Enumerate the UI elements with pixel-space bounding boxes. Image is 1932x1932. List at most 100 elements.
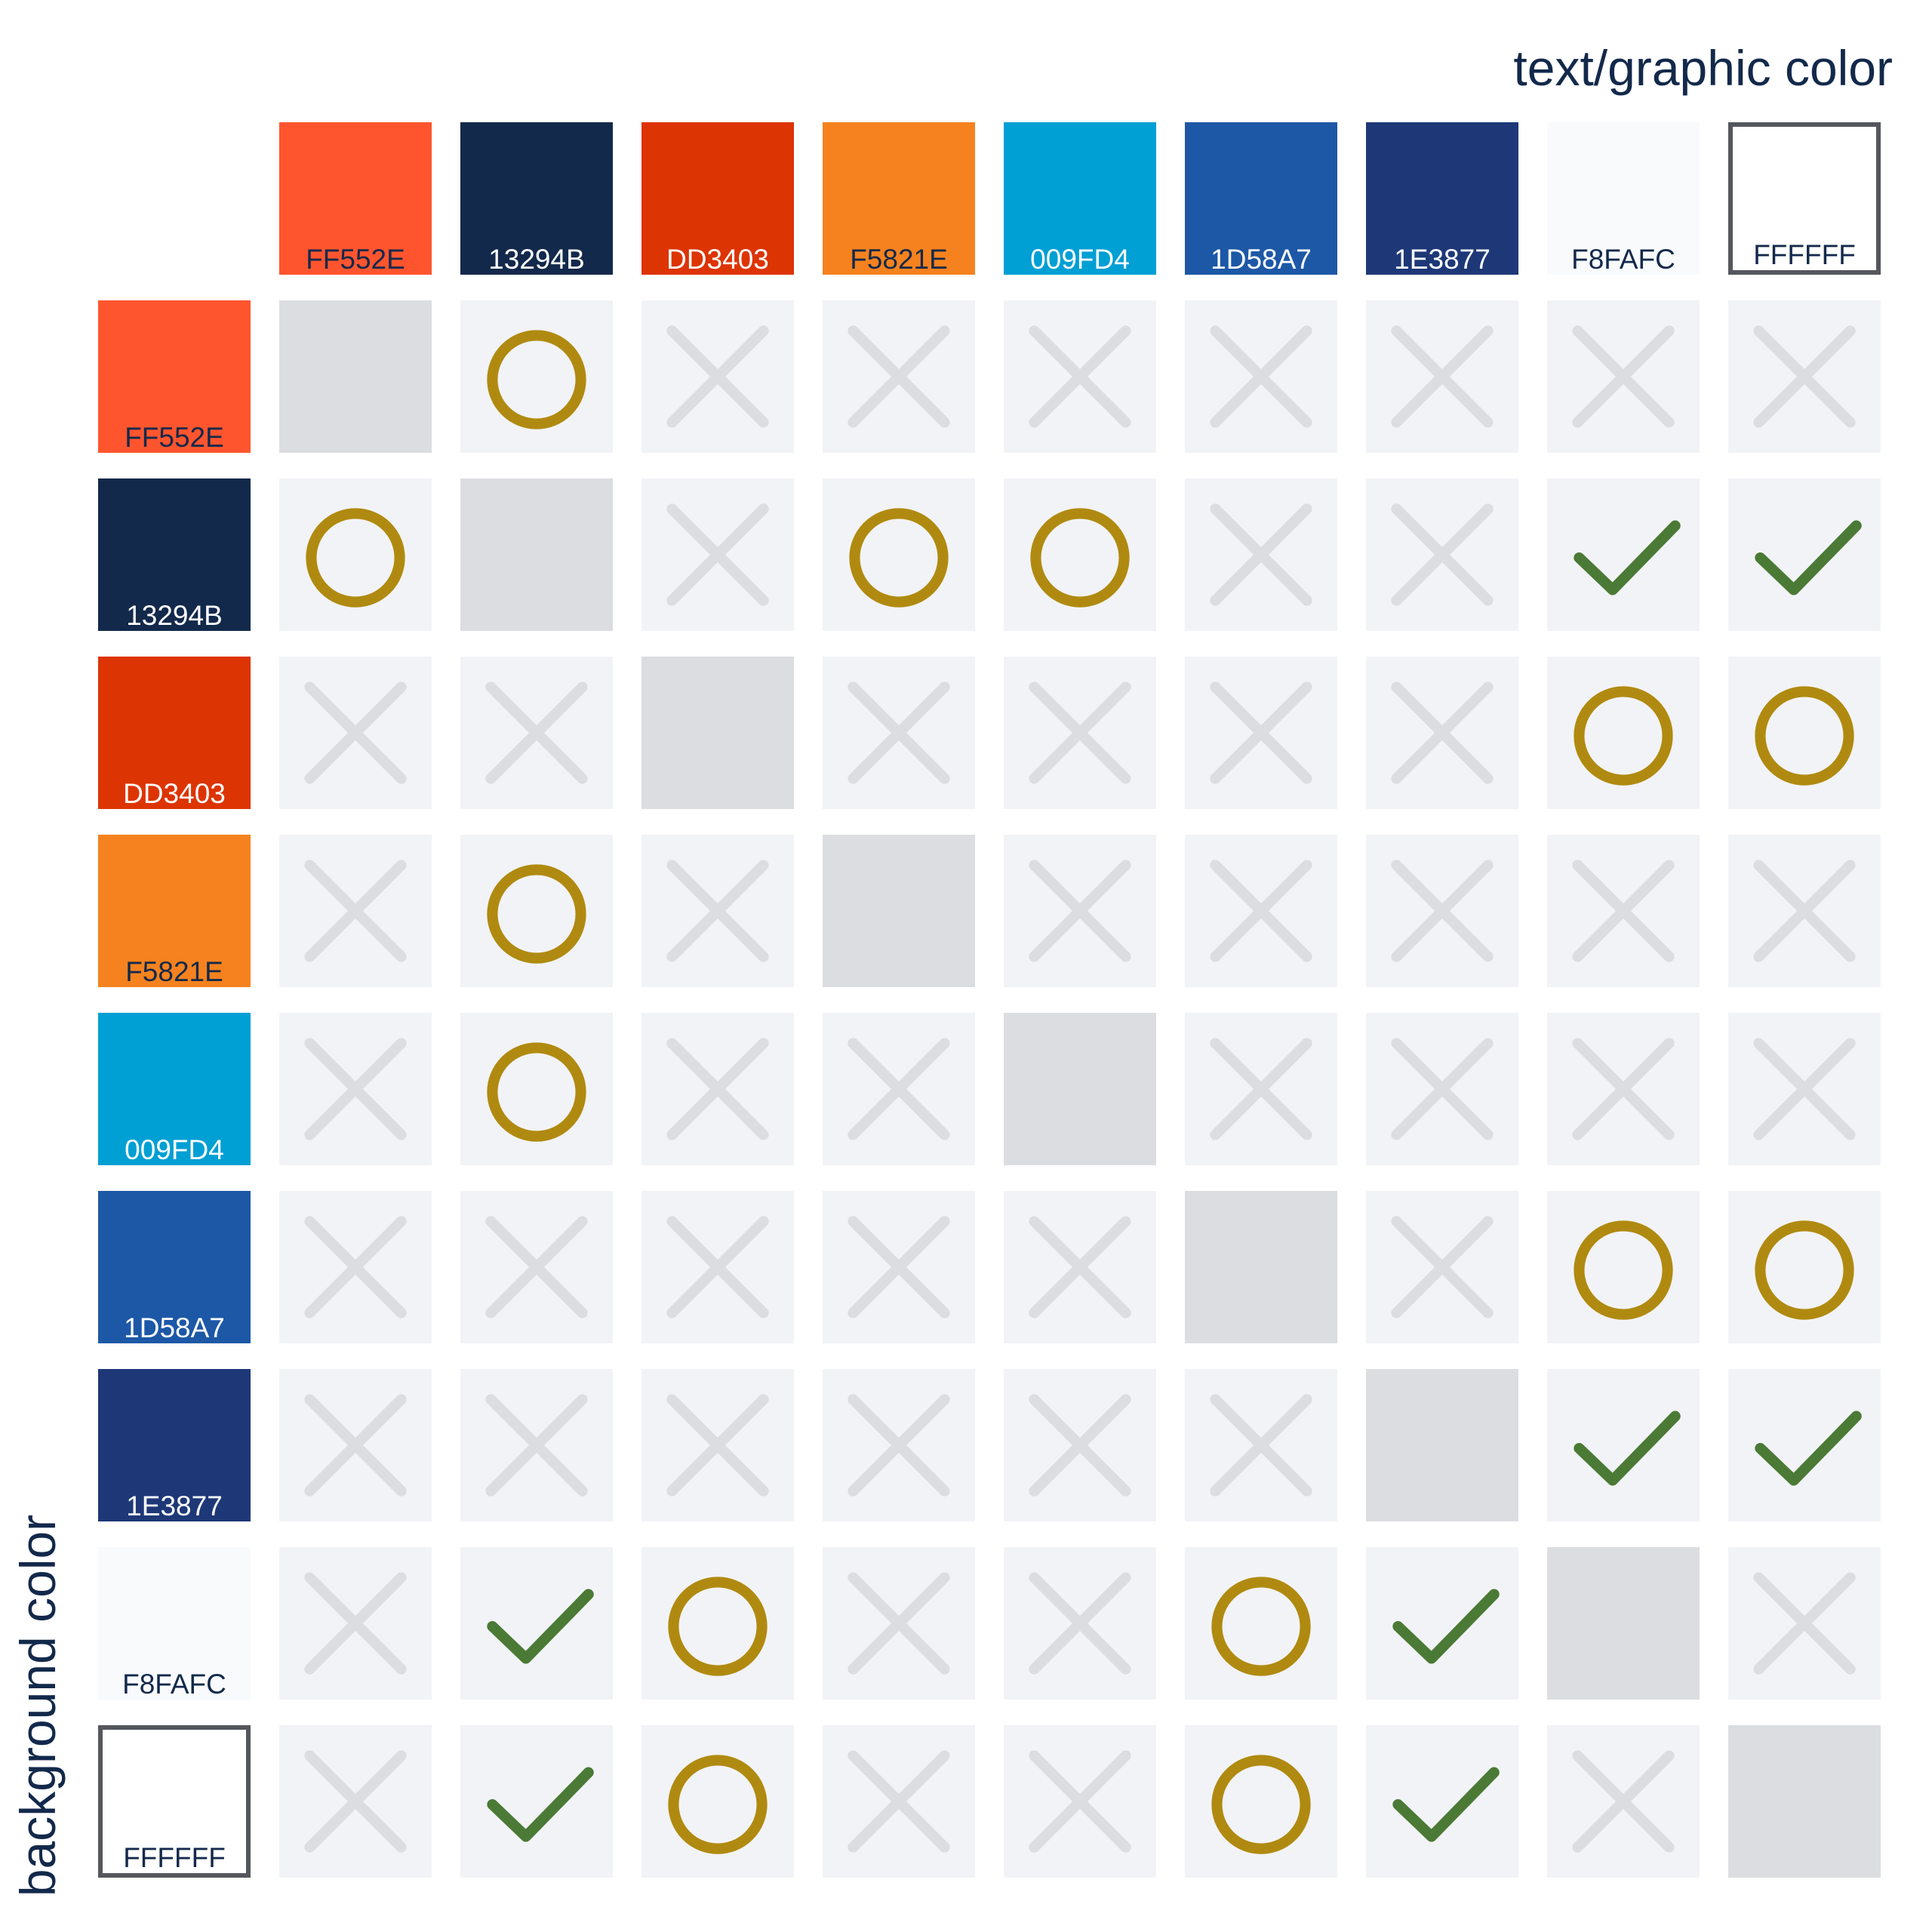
cross-icon <box>304 860 407 962</box>
contrast-cell-check <box>460 1547 613 1700</box>
contrast-cell-cross <box>823 1191 975 1343</box>
contrast-cell-cross <box>1728 835 1881 987</box>
contrast-cell-cross <box>279 1013 432 1165</box>
cross-icon <box>848 1394 950 1497</box>
contrast-cell-circle <box>460 1013 613 1165</box>
cross-icon <box>848 681 950 784</box>
cross-icon <box>304 1038 407 1140</box>
contrast-cell-cross <box>1366 835 1518 987</box>
contrast-cell-circle <box>641 1547 794 1700</box>
cross-icon <box>1391 325 1494 428</box>
cross-icon <box>666 1394 769 1497</box>
text-graphic-color-axis-label: text/graphic color <box>1513 40 1893 96</box>
contrast-cell-circle <box>279 478 432 631</box>
background-color-swatch-dd3403: DD3403 <box>98 657 251 809</box>
cross-icon <box>666 503 769 606</box>
text-color-swatch-ffffff: FFFFFF <box>1728 122 1881 275</box>
matrix-corner <box>98 122 251 275</box>
contrast-cell-cross <box>641 835 794 987</box>
contrast-cell-check <box>1366 1547 1518 1700</box>
text-color-swatch-hex-label: F8FAFC <box>1571 244 1675 275</box>
cross-icon <box>1210 1394 1312 1497</box>
check-icon <box>487 1589 594 1664</box>
contrast-cell-cross <box>1185 1013 1337 1165</box>
cross-icon <box>1029 860 1131 962</box>
background-color-swatch-ff552e: FF552E <box>98 300 251 453</box>
diagonal-cell <box>1366 1369 1518 1521</box>
contrast-cell-cross <box>1185 478 1337 631</box>
background-color-swatch-hex-label: F5821E <box>125 956 223 987</box>
cross-icon <box>304 1394 407 1497</box>
contrast-cell-cross <box>279 1191 432 1343</box>
background-color-axis-label-wrapper: background color <box>0 1509 75 1902</box>
cross-icon <box>666 860 769 962</box>
contrast-cell-cross <box>279 657 432 809</box>
circle-icon <box>849 508 949 608</box>
cross-icon <box>666 1038 769 1140</box>
contrast-cell-cross <box>1728 1013 1881 1165</box>
contrast-cell-cross <box>460 1369 613 1521</box>
contrast-cell-circle <box>1547 657 1700 809</box>
cross-icon <box>848 325 950 428</box>
cross-icon <box>1029 325 1131 428</box>
contrast-cell-cross <box>1547 835 1700 987</box>
contrast-cell-cross <box>1366 657 1518 809</box>
contrast-cell-cross <box>641 300 794 453</box>
background-color-swatch-hex-label: 1D58A7 <box>124 1312 225 1343</box>
cross-icon <box>1753 860 1856 962</box>
diagonal-cell <box>1547 1547 1700 1700</box>
circle-icon <box>1755 1220 1854 1320</box>
color-contrast-matrix: FF552E 13294B DD3403 F5821E 009FD4 1D58A7 1E38… <box>98 122 1881 1878</box>
cross-icon <box>1572 325 1675 428</box>
check-icon <box>1755 520 1862 595</box>
cross-icon <box>1391 860 1494 962</box>
contrast-cell-check <box>1728 1369 1881 1521</box>
cross-icon <box>848 1038 950 1140</box>
circle-icon <box>1574 1220 1673 1320</box>
text-color-swatch-hex-label: 009FD4 <box>1030 244 1130 275</box>
circle-icon <box>487 330 586 429</box>
contrast-cell-circle <box>1728 1191 1881 1343</box>
cross-icon <box>1210 503 1312 606</box>
cross-icon <box>848 1216 950 1318</box>
contrast-cell-check <box>1728 478 1881 631</box>
cross-icon <box>485 681 588 784</box>
background-color-swatch-009fd4: 009FD4 <box>98 1013 251 1165</box>
cross-icon <box>848 1750 950 1853</box>
cross-icon <box>1753 325 1856 428</box>
contrast-cell-cross <box>1728 300 1881 453</box>
cross-icon <box>1210 325 1312 428</box>
diagonal-cell <box>641 657 794 809</box>
text-color-swatch-hex-label: 13294B <box>488 244 585 275</box>
text-color-swatch-hex-label: DD3403 <box>666 244 769 275</box>
text-color-swatch-ff552e: FF552E <box>279 122 432 275</box>
background-color-axis-label: background color <box>10 1514 66 1897</box>
contrast-cell-cross <box>1366 1013 1518 1165</box>
contrast-cell-cross <box>823 657 975 809</box>
contrast-cell-cross <box>823 1725 975 1878</box>
cross-icon <box>304 1572 407 1675</box>
contrast-cell-check <box>1547 1369 1700 1521</box>
cross-icon <box>1753 1572 1856 1675</box>
text-color-swatch-f8fafc: F8FAFC <box>1547 122 1700 275</box>
text-color-swatch-hex-label: FF552E <box>306 244 405 275</box>
diagonal-cell <box>1185 1191 1337 1343</box>
cross-icon <box>1572 1038 1675 1140</box>
cross-icon <box>485 1216 588 1318</box>
text-color-swatch-f5821e: F5821E <box>823 122 975 275</box>
text-color-swatch-1d58a7: 1D58A7 <box>1185 122 1337 275</box>
contrast-cell-cross <box>823 300 975 453</box>
contrast-cell-cross <box>641 1191 794 1343</box>
circle-icon <box>306 508 405 608</box>
cross-icon <box>1753 1038 1856 1140</box>
diagonal-cell <box>460 478 613 631</box>
contrast-cell-cross <box>641 478 794 631</box>
contrast-cell-cross <box>1366 300 1518 453</box>
background-color-swatch-ffffff: FFFFFF <box>98 1725 251 1878</box>
cross-icon <box>848 1572 950 1675</box>
circle-icon <box>1030 508 1130 608</box>
background-color-swatch-hex-label: F8FAFC <box>122 1669 226 1700</box>
cross-icon <box>1210 860 1312 962</box>
contrast-cell-cross <box>1547 1013 1700 1165</box>
contrast-cell-circle <box>641 1725 794 1878</box>
